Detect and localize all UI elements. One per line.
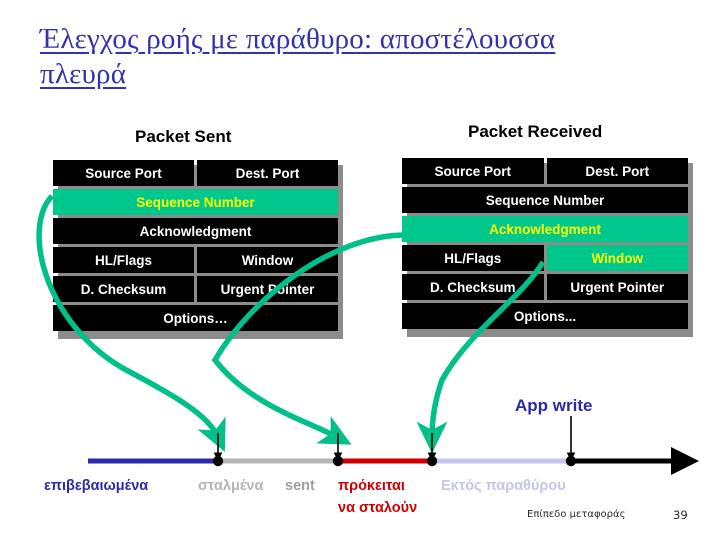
packet-field-cell: Dest. Port bbox=[546, 158, 688, 184]
packet-field-row: Options... bbox=[402, 303, 688, 329]
packet-field-cell: Acknowledgment bbox=[402, 216, 688, 242]
packet-field-cell: Window bbox=[546, 245, 688, 271]
segment-label-acknowledged: επιβεβαιωμένα bbox=[44, 478, 149, 494]
packet-field-row: Sequence Number bbox=[53, 189, 338, 215]
packet-field-row: D. Checksum Urgent Pointer bbox=[402, 274, 688, 300]
packet-received-table: Source Port Dest. Port Sequence Number Ackn… bbox=[402, 158, 693, 337]
segment-label-sent: σταλμένα bbox=[198, 478, 264, 494]
packet-field-row: Acknowledgment bbox=[402, 216, 688, 242]
slide-canvas: Έλεγχος ροής με παράθυρο: αποστέλουσσα π… bbox=[0, 0, 720, 540]
packet-field-row: HL/Flags Window bbox=[53, 247, 338, 273]
packet-field-cell: Options… bbox=[53, 305, 338, 331]
tick-dot-3 bbox=[426, 455, 438, 467]
segment-label-to-be-sent-line1: πρόκειται bbox=[338, 478, 405, 494]
segment-label-sent-english: sent bbox=[285, 478, 315, 494]
packet-field-cell: Urgent Pointer bbox=[197, 276, 338, 302]
packet-received-heading: Packet Received bbox=[468, 122, 603, 141]
app-write-label: App write bbox=[515, 396, 593, 415]
packet-field-cell: Source Port bbox=[402, 158, 544, 184]
tick-dot-2 bbox=[332, 455, 344, 467]
packet-field-cell: Window bbox=[197, 247, 338, 273]
packet-field-row: Sequence Number bbox=[402, 187, 688, 213]
segment-label-outside-window: Εκτός παραθύρου bbox=[441, 478, 566, 494]
packet-field-cell: HL/Flags bbox=[53, 247, 194, 273]
packet-field-row: Acknowledgment bbox=[53, 218, 338, 244]
packet-field-cell: Acknowledgment bbox=[53, 218, 338, 244]
packet-field-cell: Urgent Pointer bbox=[546, 274, 688, 300]
packet-field-row: Options… bbox=[53, 305, 338, 331]
packet-field-cell: Dest. Port bbox=[197, 160, 338, 186]
page-number: 39 bbox=[673, 508, 688, 522]
packet-field-cell: Source Port bbox=[53, 160, 194, 186]
packet-field-row: HL/Flags Window bbox=[402, 245, 688, 271]
tick-dot-1 bbox=[212, 455, 224, 467]
packet-field-cell: D. Checksum bbox=[402, 274, 544, 300]
page-title: Έλεγχος ροής με παράθυρο: αποστέλουσσα π… bbox=[40, 23, 556, 90]
packet-field-row: Source Port Dest. Port bbox=[53, 160, 338, 186]
packet-field-row: D. Checksum Urgent Pointer bbox=[53, 276, 338, 302]
segment-label-to-be-sent-line2: να σταλούν bbox=[338, 500, 418, 516]
footer-label: Επίπεδο μεταφοράς bbox=[527, 509, 626, 520]
packet-received-rows: Source Port Dest. Port Sequence Number Ackn… bbox=[402, 158, 688, 329]
tick-dot-4 bbox=[565, 455, 577, 467]
packet-field-cell: Options... bbox=[402, 303, 688, 329]
packet-sent-table: Source Port Dest. Port Sequence Number Ackn… bbox=[53, 160, 343, 339]
packet-sent-heading: Packet Sent bbox=[135, 127, 232, 146]
packet-sent-rows: Source Port Dest. Port Sequence Number Ackn… bbox=[53, 160, 338, 331]
packet-field-cell: HL/Flags bbox=[402, 245, 544, 271]
window-timeline bbox=[88, 416, 699, 475]
packet-field-cell: D. Checksum bbox=[53, 276, 194, 302]
packet-field-row: Source Port Dest. Port bbox=[402, 158, 688, 184]
packet-field-cell: Sequence Number bbox=[53, 189, 338, 215]
packet-field-cell: Sequence Number bbox=[402, 187, 688, 213]
